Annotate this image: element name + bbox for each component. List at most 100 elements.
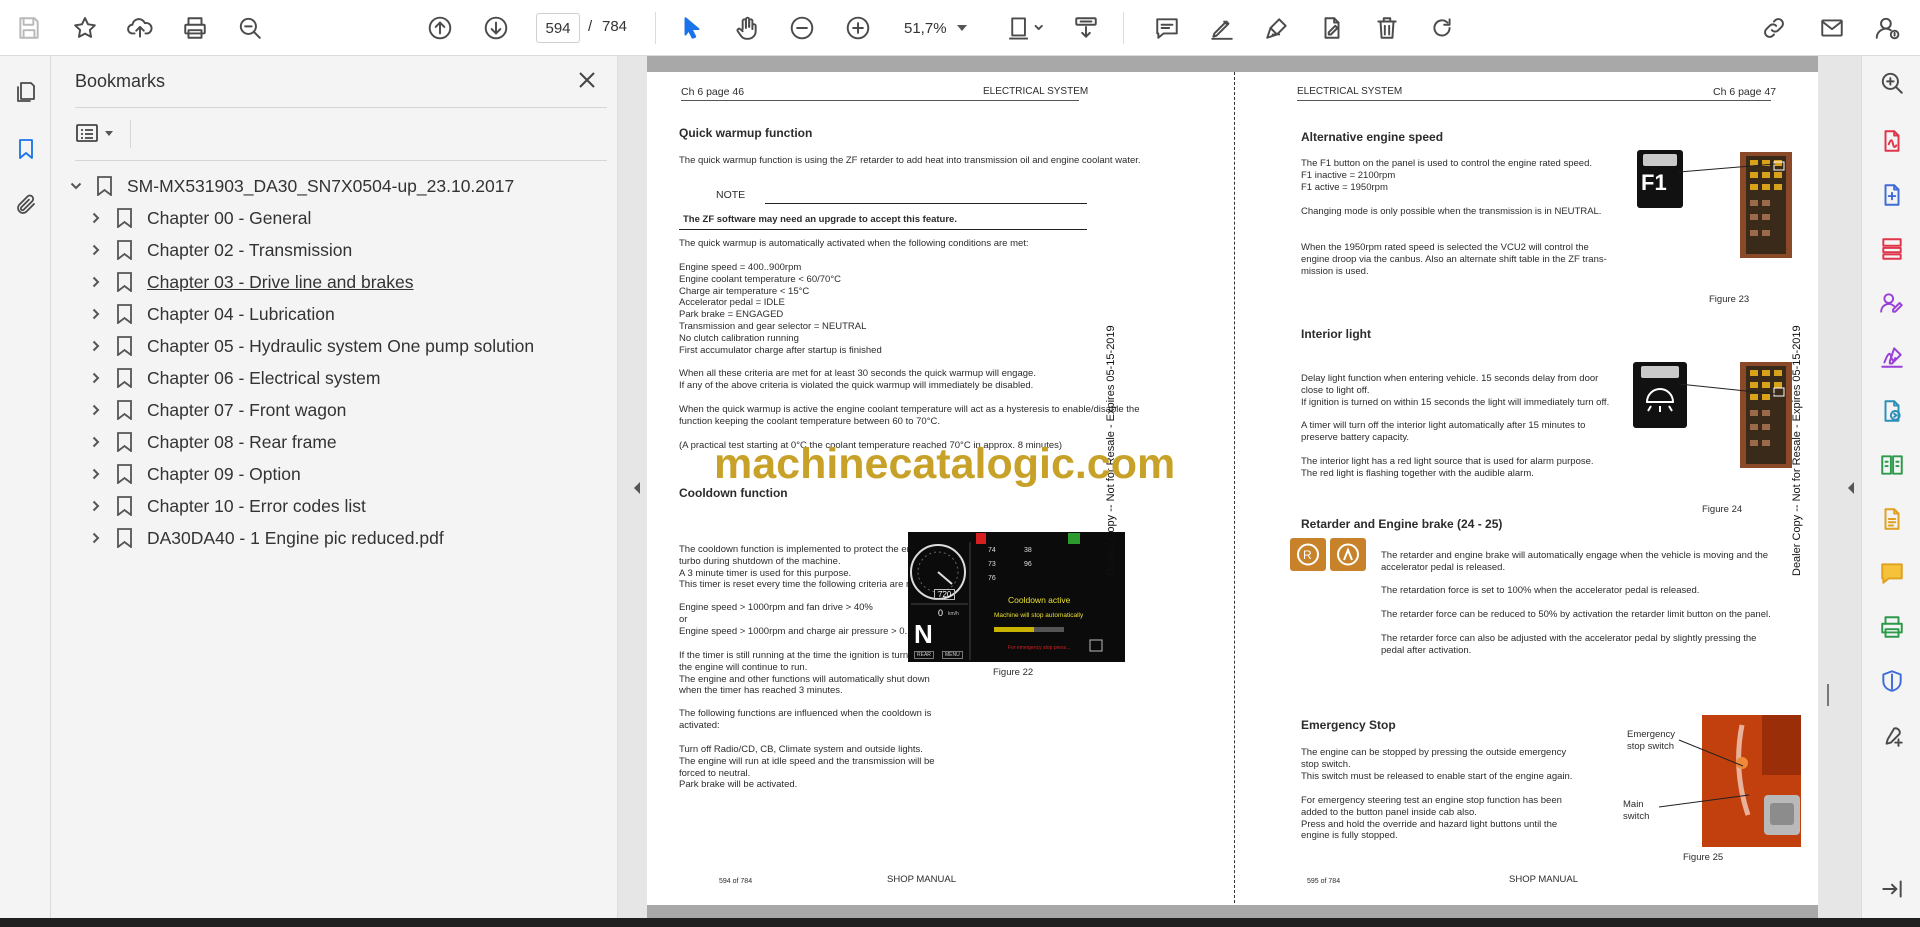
request-signature-icon[interactable]: [1877, 288, 1907, 318]
engine-brake-symbol: [1337, 543, 1359, 566]
bookmark-item[interactable]: Chapter 07 - Front wagon: [87, 394, 346, 426]
bookmarks-panel-icon[interactable]: [9, 132, 43, 166]
zoom-level-value: 51,7%: [904, 19, 947, 37]
chevron-right-icon[interactable]: [87, 209, 105, 227]
find-zoom-icon[interactable]: [231, 9, 269, 47]
select-cursor-icon[interactable]: [673, 9, 711, 47]
expand-panel-icon[interactable]: [1877, 874, 1907, 904]
bookmark-item[interactable]: Chapter 05 - Hydraulic system One pump s…: [87, 330, 534, 362]
bookmark-item[interactable]: Chapter 03 - Drive line and brakes: [87, 266, 414, 298]
organize-pages-icon[interactable]: [1877, 234, 1907, 264]
chevron-right-icon[interactable]: [87, 337, 105, 355]
attachments-icon[interactable]: [9, 188, 43, 222]
status-indicator-icon: [1068, 533, 1080, 544]
bookmark-icon: [113, 431, 135, 453]
auto-stop-message: Machine will stop automatically: [994, 612, 1084, 619]
chevron-right-icon[interactable]: [87, 401, 105, 419]
bookmark-label: Chapter 08 - Rear frame: [147, 431, 337, 452]
section-title: Interior light: [1301, 327, 1371, 341]
protect-icon[interactable]: [1877, 666, 1907, 696]
share-link-icon[interactable]: [1755, 9, 1793, 47]
panel-divider: [130, 120, 131, 148]
menu-button: MENU: [942, 651, 963, 659]
toolbar-divider: [655, 12, 656, 44]
chevron-down-icon: [956, 25, 967, 31]
page-thumbnails-icon[interactable]: [9, 75, 43, 109]
chevron-right-icon[interactable]: [87, 241, 105, 259]
chevron-right-icon[interactable]: [87, 273, 105, 291]
account-icon[interactable]: [1868, 9, 1906, 47]
more-tools-icon[interactable]: [1877, 720, 1907, 750]
rpm-readout: 720: [934, 589, 956, 600]
page-fit-icon[interactable]: [998, 9, 1054, 47]
delete-icon[interactable]: [1368, 9, 1406, 47]
redo-icon[interactable]: [1423, 9, 1461, 47]
zoom-in-icon[interactable]: [839, 9, 877, 47]
callout-label: Emergency stop switch: [1627, 729, 1676, 752]
draw-sign-icon[interactable]: [1258, 9, 1296, 47]
body-text: Turn off Radio/CD, CB, Climate system an…: [679, 744, 935, 791]
compare-files-icon[interactable]: [1877, 450, 1907, 480]
export-pdf-icon[interactable]: [1877, 180, 1907, 210]
body-text: The retarder force can be reduced to 50%…: [1381, 609, 1771, 620]
page-total: 784: [602, 18, 628, 35]
email-icon[interactable]: [1813, 9, 1851, 47]
page-gap-top: [647, 56, 1818, 72]
retarder-symbol: R: [1297, 543, 1319, 566]
highlight-pen-icon[interactable]: [1203, 9, 1241, 47]
scroll-mode-icon[interactable]: [1067, 9, 1105, 47]
toolbar-divider: [1123, 12, 1124, 44]
bookmark-options-button[interactable]: [75, 118, 123, 148]
chevron-right-icon[interactable]: [87, 497, 105, 515]
comment-icon[interactable]: [1148, 9, 1186, 47]
bookmark-root[interactable]: SM-MX531903_DA30_SN7X0504-up_23.10.2017: [67, 170, 514, 202]
bookmark-item[interactable]: Chapter 06 - Electrical system: [87, 362, 380, 394]
share-upload-icon[interactable]: [121, 9, 159, 47]
body-text: When the quick warmup is active the engi…: [679, 404, 1140, 427]
zoom-level-dropdown[interactable]: 51,7%: [896, 13, 976, 43]
chevron-right-icon[interactable]: [87, 433, 105, 451]
bookmark-item[interactable]: Chapter 00 - General: [87, 202, 311, 234]
next-page-icon[interactable]: [477, 9, 515, 47]
body-text: The retarder and engine brake will autom…: [1381, 550, 1769, 573]
bookmark-star-icon[interactable]: [66, 9, 104, 47]
bookmark-item[interactable]: Chapter 04 - Lubrication: [87, 298, 335, 330]
print-production-icon[interactable]: [1877, 612, 1907, 642]
figure-caption: Figure 25: [1683, 852, 1724, 863]
note-text: The ZF software may need an upgrade to a…: [683, 214, 957, 225]
scan-ocr-icon[interactable]: [1877, 504, 1907, 534]
comment-tool-icon[interactable]: [1877, 558, 1907, 588]
chevron-right-icon[interactable]: [87, 305, 105, 323]
body-text: The F1 button on the panel is used to co…: [1301, 158, 1593, 193]
bookmark-item[interactable]: Chapter 10 - Error codes list: [87, 490, 366, 522]
bookmark-label: Chapter 03 - Drive line and brakes: [147, 271, 414, 292]
scrollbar-thumb[interactable]: [1827, 684, 1829, 706]
hand-tool-icon[interactable]: [728, 9, 766, 47]
chevron-down-icon: [105, 130, 113, 136]
body-text: Engine speed > 1000rpm and fan drive > 4…: [679, 602, 931, 637]
search-zoom-icon[interactable]: [1877, 68, 1907, 98]
close-icon[interactable]: [574, 67, 600, 93]
bookmark-item[interactable]: Chapter 08 - Rear frame: [87, 426, 337, 458]
bookmark-icon: [113, 463, 135, 485]
collapse-left-panel-icon[interactable]: [630, 478, 644, 498]
chevron-right-icon[interactable]: [87, 529, 105, 547]
send-track-icon[interactable]: [1877, 396, 1907, 426]
edit-pdf-icon[interactable]: [1313, 9, 1351, 47]
bookmark-item[interactable]: Chapter 02 - Transmission: [87, 234, 352, 266]
bookmark-item[interactable]: Chapter 09 - Option: [87, 458, 301, 490]
chevron-down-icon[interactable]: [67, 177, 85, 195]
collapse-right-panel-icon[interactable]: [1844, 478, 1858, 498]
create-pdf-icon[interactable]: [1877, 126, 1907, 156]
previous-page-icon[interactable]: [421, 9, 459, 47]
print-icon[interactable]: [176, 9, 214, 47]
fill-sign-icon[interactable]: [1877, 342, 1907, 372]
page-separator: /: [588, 18, 593, 35]
bookmark-item[interactable]: DA30DA40 - 1 Engine pic reduced.pdf: [87, 522, 444, 554]
callout-label: Main switch: [1623, 799, 1650, 822]
chevron-right-icon[interactable]: [87, 369, 105, 387]
zoom-out-icon[interactable]: [783, 9, 821, 47]
chevron-right-icon[interactable]: [87, 465, 105, 483]
page-number-input[interactable]: [536, 13, 580, 43]
save-icon[interactable]: [10, 9, 48, 47]
